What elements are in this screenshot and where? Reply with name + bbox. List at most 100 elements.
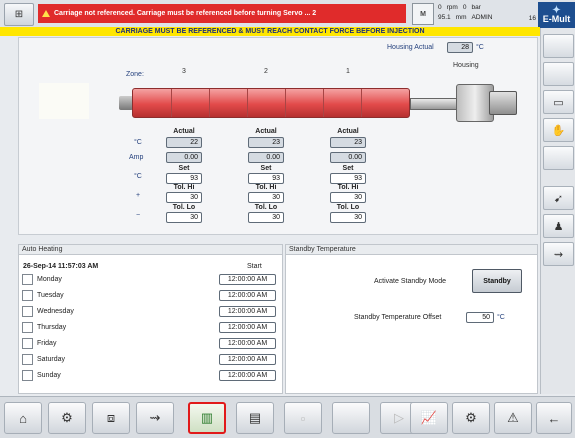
day-row-saturday: Saturday 12:00:00 AM (22, 354, 277, 366)
tol-lo-header: Tol. Lo (254, 204, 278, 211)
zone-2-label: 2 (264, 68, 268, 75)
home-icon: ⌂ (19, 410, 27, 426)
zone-1-amp: 0.00 (330, 152, 366, 163)
position-unit: mm (455, 14, 467, 21)
screw-icon: ⇝ (149, 410, 161, 425)
right-button-split[interactable]: ▭ (543, 90, 574, 114)
day-label: Wednesday (37, 308, 74, 315)
zone-1-tol-hi-field[interactable]: 30 (330, 192, 366, 203)
heater-icon: ▥ (200, 410, 214, 425)
split-view-icon: ▭ (553, 96, 564, 109)
saturday-checkbox[interactable] (22, 354, 33, 365)
friday-checkbox[interactable] (22, 338, 33, 349)
blank-button-1[interactable]: ▫ (284, 402, 322, 434)
zone-2-set-field[interactable]: 93 (248, 173, 284, 184)
screw-button[interactable]: ⇝ (136, 402, 174, 434)
wednesday-start-time[interactable]: 12:00:00 AM (219, 306, 276, 317)
zone-3-label: 3 (182, 68, 186, 75)
thursday-start-time[interactable]: 12:00:00 AM (219, 322, 276, 333)
zone-3-tol-lo-field[interactable]: 30 (166, 212, 202, 223)
day-label: Thursday (37, 324, 67, 331)
hand-icon: ✋ (551, 124, 566, 137)
right-button-hand[interactable]: ✋ (543, 118, 574, 142)
right-button-screw[interactable]: ⇝ (543, 242, 574, 266)
sunday-checkbox[interactable] (22, 370, 33, 381)
wednesday-checkbox[interactable] (22, 306, 33, 317)
day-label: Saturday (37, 356, 66, 363)
day-row-tuesday: Tuesday 12:00:00 AM (22, 290, 277, 302)
barrel-segment (171, 89, 172, 117)
barrel-segment (247, 89, 248, 117)
home-button[interactable]: ⌂ (4, 402, 42, 434)
right-button-1[interactable] (543, 34, 574, 58)
production-button[interactable]: ▤ (236, 402, 274, 434)
set-unit-label: °C (134, 173, 142, 180)
blank-icon: ▷ (394, 410, 404, 425)
heater-button[interactable]: ▥ (188, 402, 226, 434)
zone-2-tol-lo-field[interactable]: 30 (248, 212, 284, 223)
barrel-heating-panel: Housing Actual 28 °C Housing Zone: 3 2 1… (18, 37, 538, 235)
blank-area (39, 83, 89, 119)
auto-heating-panel: Auto Heating 26-Sep-14 11:57:03 AM Start… (18, 244, 283, 394)
rpm-unit: rpm (446, 4, 458, 11)
zone-3-set-field[interactable]: 93 (166, 173, 202, 184)
zone-3-actual: 22 (166, 137, 202, 148)
alarm-bar[interactable]: Carriage not referenced. Carriage must b… (38, 4, 406, 23)
start-header: Start (247, 263, 262, 270)
position-value: 95.1 (438, 14, 451, 21)
injection-warning-banner: CARRIAGE MUST BE REFERENCED & MUST REACH… (0, 27, 540, 36)
day-label: Sunday (37, 372, 61, 379)
standby-temperature-panel: Standby Temperature Activate Standby Mod… (285, 244, 538, 394)
standby-title: Standby Temperature (286, 245, 537, 255)
right-button-operator[interactable]: ♟ (543, 214, 574, 238)
alarm-button[interactable]: ⚠ (494, 402, 532, 434)
mold-button[interactable]: ⧈ (92, 402, 130, 434)
system-menu-button[interactable]: ⊞ (4, 3, 34, 26)
barrel-segment (323, 89, 324, 117)
motor-status-icon: M (412, 3, 434, 25)
menu-grid-icon: ⊞ (14, 9, 24, 20)
standby-button[interactable]: Standby (472, 269, 522, 293)
monday-checkbox[interactable] (22, 274, 33, 285)
operator-icon: ♟ (553, 220, 564, 233)
amp-label: Amp (129, 154, 144, 161)
blank-button-2[interactable] (332, 402, 370, 434)
warning-icon (42, 10, 50, 17)
day-label: Tuesday (37, 292, 64, 299)
blank-icon: ▫ (300, 410, 306, 426)
actual-header: Actual (337, 128, 359, 135)
right-button-2[interactable] (543, 62, 574, 86)
current-datetime: 26-Sep-14 11:57:03 AM (23, 263, 99, 270)
auto-heating-title: Auto Heating (19, 245, 282, 255)
zone-1-label: 1 (346, 68, 350, 75)
day-label: Monday (37, 276, 62, 283)
tol-lo-sign: − (136, 212, 141, 219)
sunday-start-time[interactable]: 12:00:00 AM (219, 370, 276, 381)
tol-hi-header: Tol. Hi (173, 184, 195, 191)
right-button-5[interactable] (543, 146, 574, 170)
zone-1-tol-lo-field[interactable]: 30 (330, 212, 366, 223)
friday-start-time[interactable]: 12:00:00 AM (219, 338, 276, 349)
tuesday-checkbox[interactable] (22, 290, 33, 301)
tuesday-start-time[interactable]: 12:00:00 AM (219, 290, 276, 301)
housing-unit: °C (476, 44, 484, 51)
thursday-checkbox[interactable] (22, 322, 33, 333)
nozzle-graphic (119, 96, 133, 110)
zone-1-actual: 23 (330, 137, 366, 148)
chart-button[interactable]: 📈 (410, 402, 448, 434)
actual-header: Actual (255, 128, 277, 135)
tol-lo-header: Tol. Lo (336, 204, 360, 211)
saturday-start-time[interactable]: 12:00:00 AM (219, 354, 276, 365)
settings-button[interactable]: ⚙ (452, 402, 490, 434)
zone-2-tol-hi-field[interactable]: 30 (248, 192, 284, 203)
alarm-icon: ⚠ (507, 410, 519, 425)
zone-3-tol-hi-field[interactable]: 30 (166, 192, 202, 203)
day-row-monday: Monday 12:00:00 AM (22, 274, 277, 286)
back-button[interactable]: ← (536, 402, 572, 434)
alarm-text: Carriage not referenced. Carriage must b… (54, 10, 317, 17)
tool-button[interactable]: ⚙ (48, 402, 86, 434)
standby-offset-field[interactable]: 50 (466, 312, 494, 323)
monday-start-time[interactable]: 12:00:00 AM (219, 274, 276, 285)
zone-1-set-field[interactable]: 93 (330, 173, 366, 184)
right-button-injection[interactable]: ➹ (543, 186, 574, 210)
